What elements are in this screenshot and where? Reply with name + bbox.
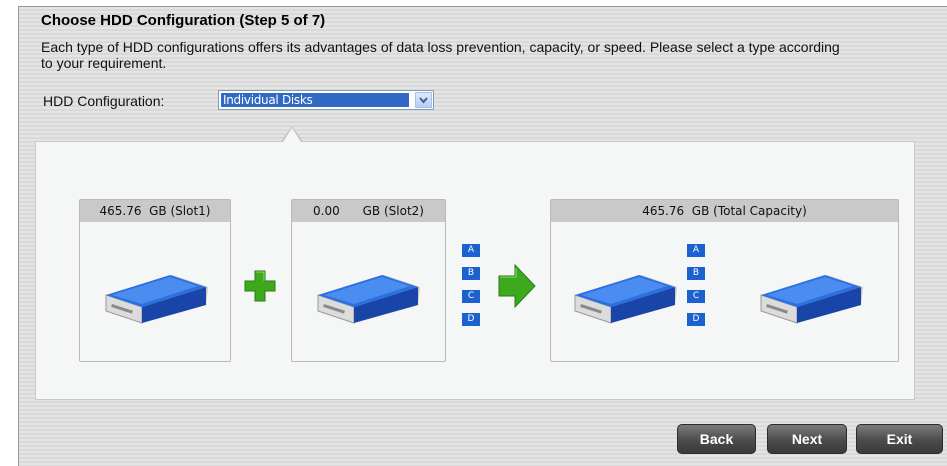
hdd-configuration-selected-value: Individual Disks [221, 93, 409, 107]
back-button[interactable]: Back [677, 424, 756, 454]
chevron-down-icon[interactable] [415, 92, 432, 108]
next-button[interactable]: Next [767, 424, 847, 454]
arrow-right-icon [498, 263, 536, 309]
total-slot-tag-b: B [687, 267, 705, 280]
slot-tag-a: A [462, 244, 480, 257]
plus-icon [244, 270, 276, 302]
disk-total-capacity: 465.76 GB (Total Capacity) [551, 200, 898, 222]
hard-disk-icon [574, 275, 677, 324]
total-slot-tag-a: A [687, 244, 705, 257]
hard-disk-icon [105, 275, 208, 324]
disk-slot1-capacity: 465.76 GB (Slot1) [80, 200, 230, 222]
exit-button[interactable]: Exit [856, 424, 943, 454]
hdd-configuration-select[interactable]: Individual Disks [218, 90, 434, 110]
slot-tag-b: B [462, 267, 480, 280]
step-description: Each type of HDD configurations offers i… [41, 39, 840, 71]
total-slot-tag-d: D [687, 313, 705, 326]
disk-slot2-capacity: 0.00 GB (Slot2) [292, 200, 445, 222]
hard-disk-icon [317, 275, 420, 324]
slot-tag-d: D [462, 313, 480, 326]
disk-total-box: 465.76 GB (Total Capacity) [550, 199, 899, 362]
hdd-configuration-label: HDD Configuration: [43, 93, 165, 109]
hard-disk-icon [760, 275, 863, 324]
disk-slot1-box: 465.76 GB (Slot1) [79, 199, 231, 362]
total-slot-tag-c: C [687, 290, 705, 303]
slot-tag-c: C [462, 290, 480, 303]
disk-slot2-box: 0.00 GB (Slot2) [291, 199, 446, 362]
page-title: Choose HDD Configuration (Step 5 of 7) [41, 12, 326, 29]
